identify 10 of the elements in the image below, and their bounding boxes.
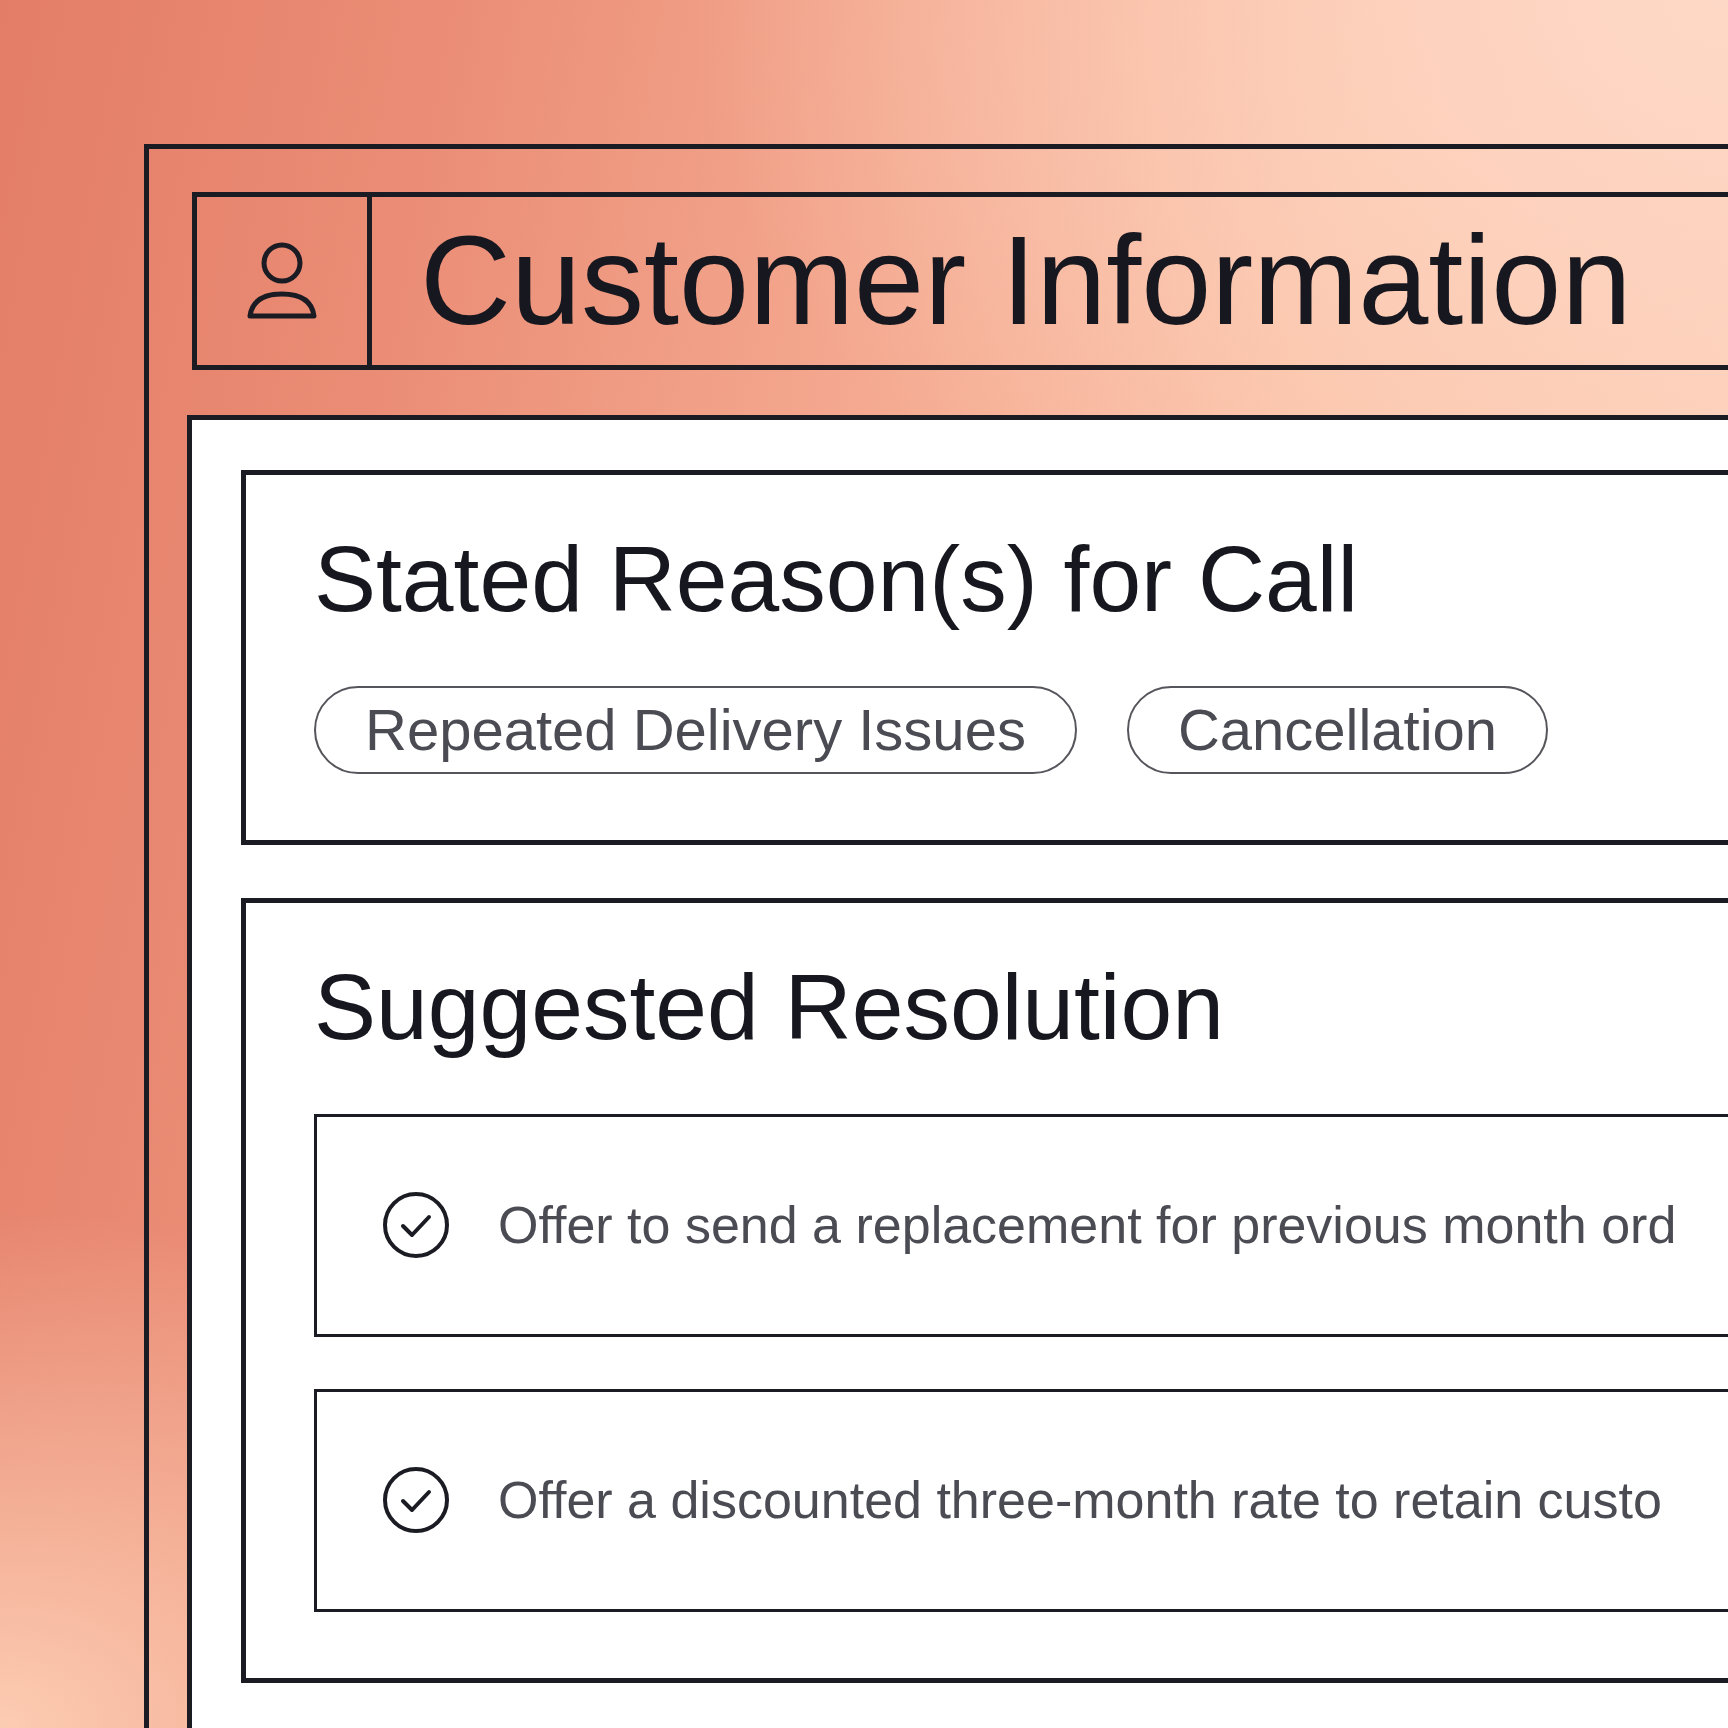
- check-circle-icon: [383, 1192, 449, 1259]
- header-title: Customer Information: [420, 218, 1632, 344]
- reason-tag: Repeated Delivery Issues: [314, 685, 1077, 774]
- section-title: Suggested Resolution: [314, 953, 1224, 1061]
- reason-tag: Cancellation: [1126, 685, 1549, 774]
- check-circle-icon: [383, 1467, 449, 1534]
- section-title: Stated Reason(s) for Call: [314, 526, 1359, 633]
- person-icon: [245, 241, 319, 321]
- suggestion-text: Offer a discounted three-month rate to retain custo: [498, 1470, 1662, 1531]
- suggestion-text: Offer to send a replacement for previous month ord: [498, 1195, 1677, 1256]
